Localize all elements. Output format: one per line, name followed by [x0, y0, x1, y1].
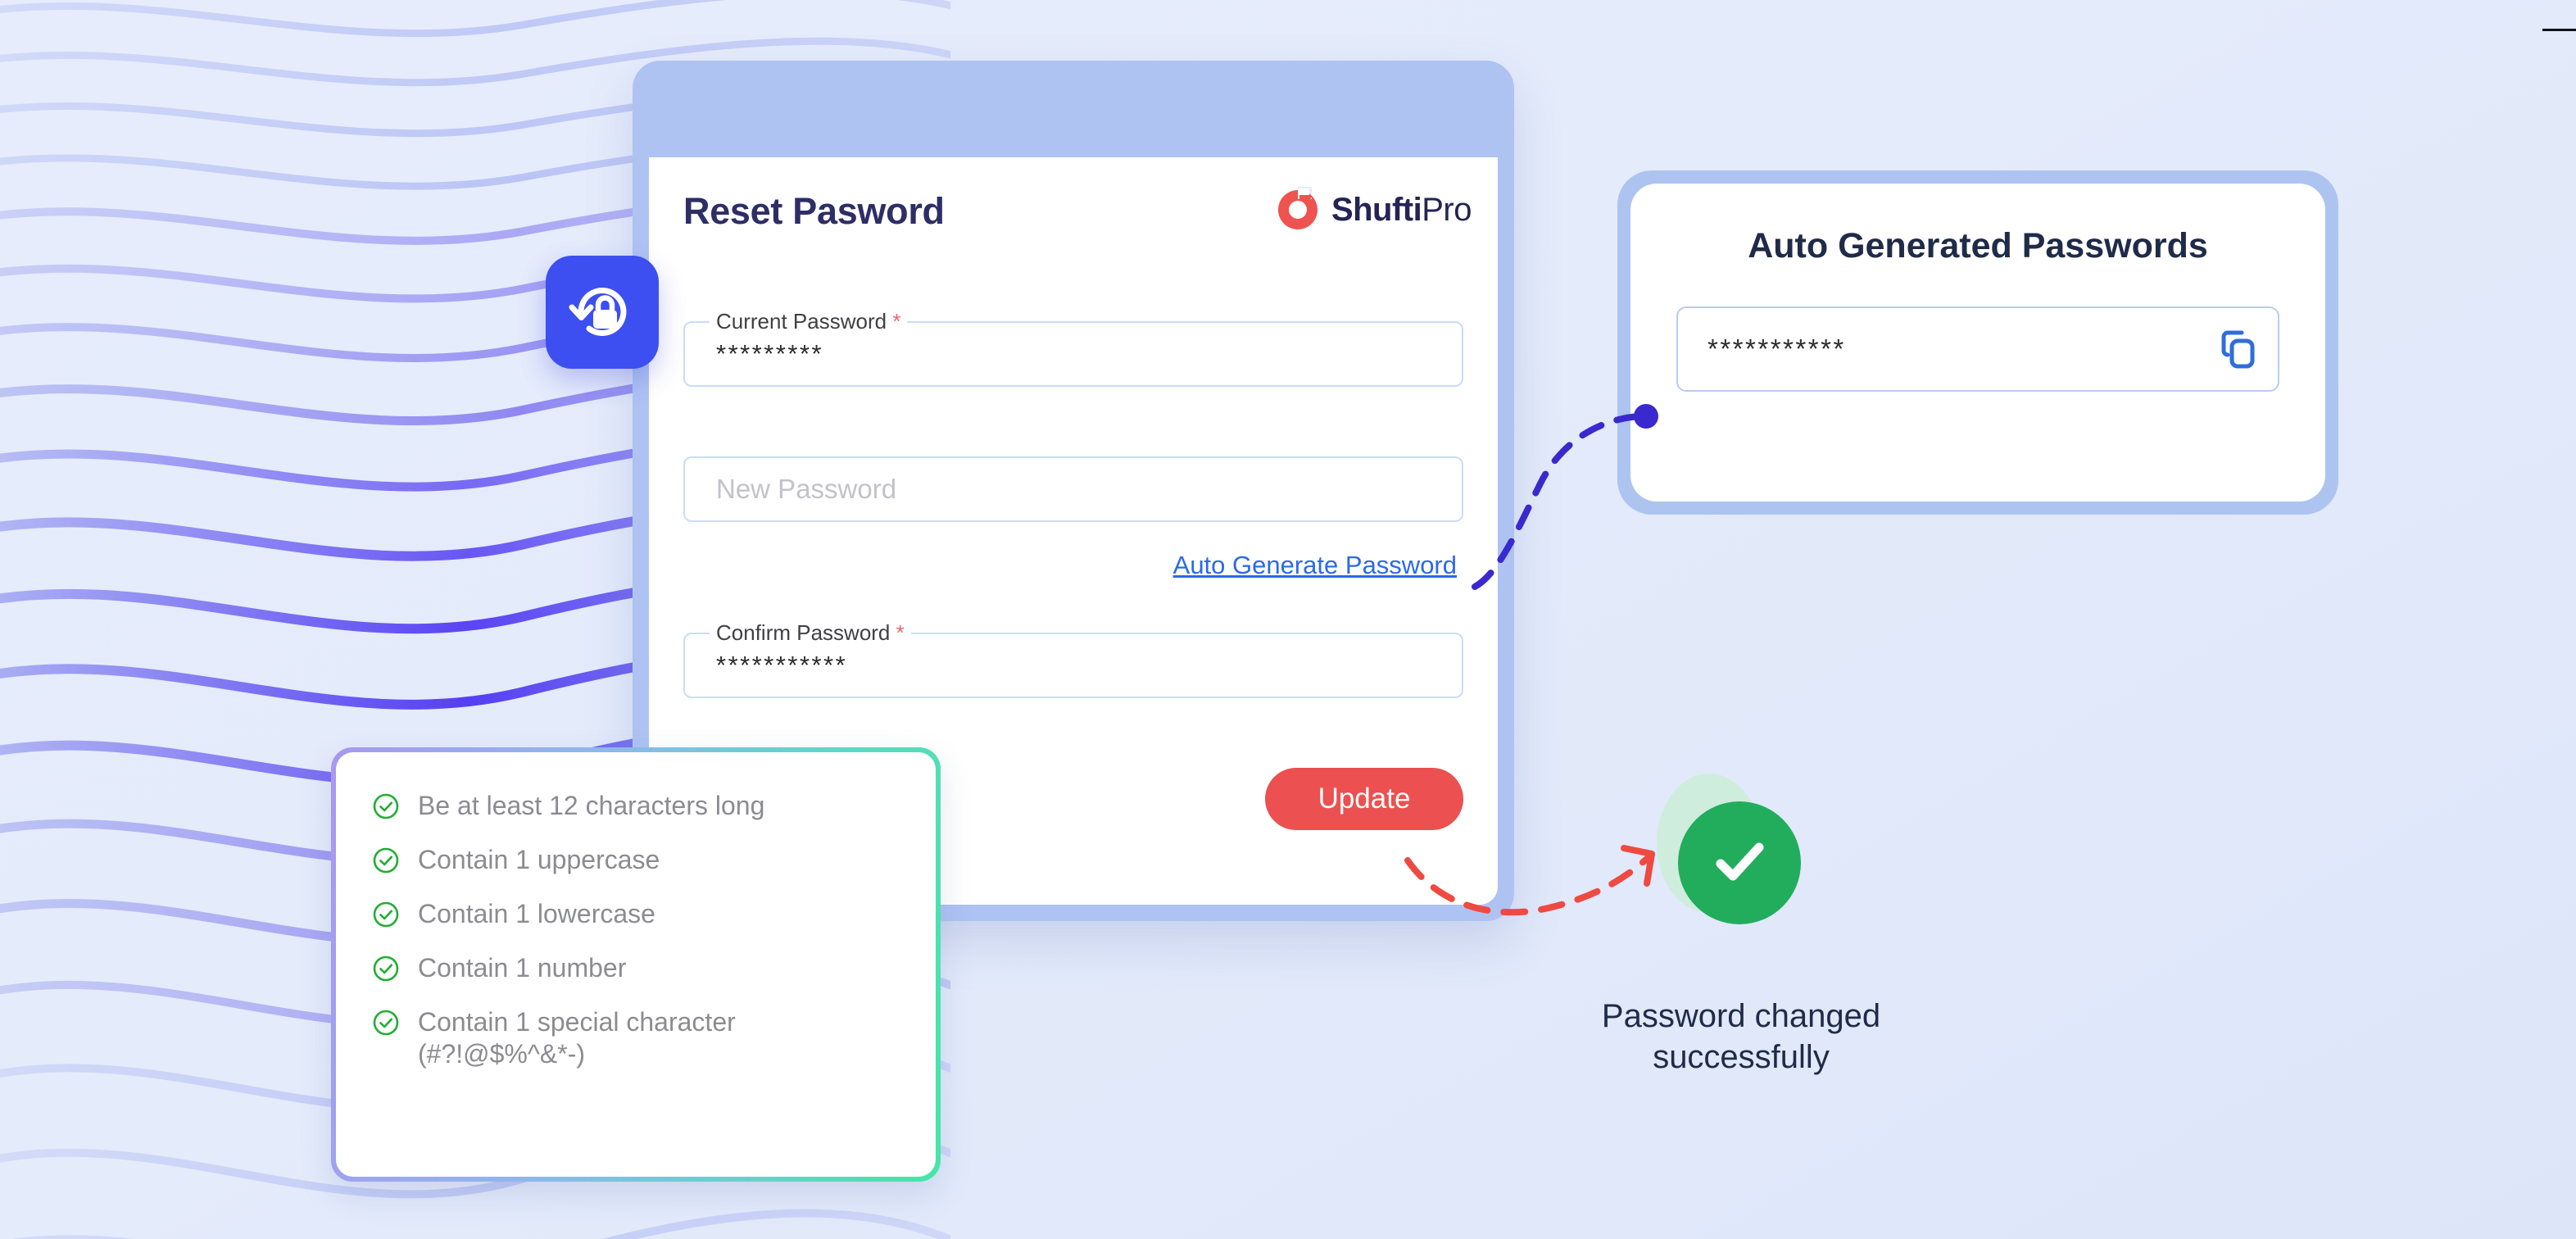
generated-password-field[interactable]: *********** — [1676, 306, 2279, 392]
reset-lock-badge — [546, 256, 659, 369]
requirement-item: Contain 1 uppercase — [372, 844, 905, 876]
auto-generated-passwords-inner: Auto Generated Passwords *********** — [1630, 184, 2325, 502]
password-requirements-panel: Be at least 12 characters long Contain 1… — [331, 747, 941, 1182]
success-message-line2: successfully — [1653, 1039, 1830, 1076]
required-marker: * — [892, 309, 901, 334]
brand-logo: ShuftiPro — [1275, 187, 1472, 233]
update-button[interactable]: Update — [1265, 768, 1463, 830]
confirm-password-value: *********** — [716, 651, 848, 679]
success-icon-circle — [1678, 801, 1801, 924]
corner-line-artifact — [2542, 27, 2576, 31]
window-titlebar — [633, 61, 1514, 188]
requirement-item: Contain 1 lowercase — [372, 898, 905, 930]
shufti-ring-icon — [1277, 187, 1317, 229]
success-message: Password changed successfully — [1540, 996, 1942, 1078]
check-circle-icon — [373, 847, 399, 874]
page-title: Reset Pasword — [683, 190, 945, 232]
password-requirements-list: Be at least 12 characters long Contain 1… — [336, 752, 936, 1177]
requirement-text: Contain 1 uppercase — [418, 845, 660, 875]
generated-password-value: *********** — [1708, 334, 1846, 364]
auto-generated-passwords-title: Auto Generated Passwords — [1748, 226, 2208, 266]
success-connector-arrowhead — [1621, 845, 1655, 887]
current-password-field[interactable]: Current Password * ********* — [683, 309, 1463, 387]
requirement-item: Be at least 12 characters long — [372, 790, 905, 822]
confirm-password-field[interactable]: Confirm Password * *********** — [683, 620, 1463, 698]
check-circle-icon — [373, 901, 399, 928]
check-circle-icon — [373, 955, 399, 982]
requirement-text: Be at least 12 characters long — [418, 791, 765, 820]
success-message-line1: Password changed — [1601, 998, 1881, 1034]
illustration-canvas: Reset Pasword ShuftiPro Current Password… — [0, 0, 2576, 1239]
confirm-password-label: Confirm Password * — [710, 620, 911, 646]
brand-name: ShuftiPro — [1331, 192, 1472, 229]
requirement-text: Contain 1 number — [418, 953, 627, 983]
current-password-label-text: Current Password — [716, 309, 887, 334]
confirm-password-label-text: Confirm Password — [716, 620, 891, 645]
copy-password-button[interactable] — [2212, 326, 2258, 372]
current-password-value: ********* — [716, 339, 824, 368]
current-password-label: Current Password * — [710, 309, 908, 334]
auto-generated-passwords-card: Auto Generated Passwords *********** — [1617, 170, 2338, 515]
brand-name-bold: Shufti — [1331, 191, 1422, 228]
check-icon — [1716, 842, 1764, 881]
new-password-field[interactable]: New Password — [683, 456, 1463, 522]
brand-name-thin: Pro — [1422, 191, 1472, 228]
reset-lock-icon — [569, 288, 627, 336]
auto-generate-password-link[interactable]: Auto Generate Password — [1173, 551, 1457, 580]
requirement-text: Contain 1 special character (#?!@$%^&*-) — [418, 1007, 736, 1069]
requirement-item: Contain 1 special character (#?!@$%^&*-) — [372, 1006, 905, 1070]
requirement-text: Contain 1 lowercase — [418, 899, 655, 929]
form-header: Reset Pasword ShuftiPro — [649, 157, 1498, 280]
requirement-item: Contain 1 number — [372, 952, 905, 984]
new-password-placeholder: New Password — [716, 474, 897, 504]
check-circle-icon — [373, 793, 399, 819]
check-circle-icon — [373, 1010, 399, 1036]
required-marker: * — [896, 620, 905, 645]
copy-icon — [2221, 330, 2255, 369]
